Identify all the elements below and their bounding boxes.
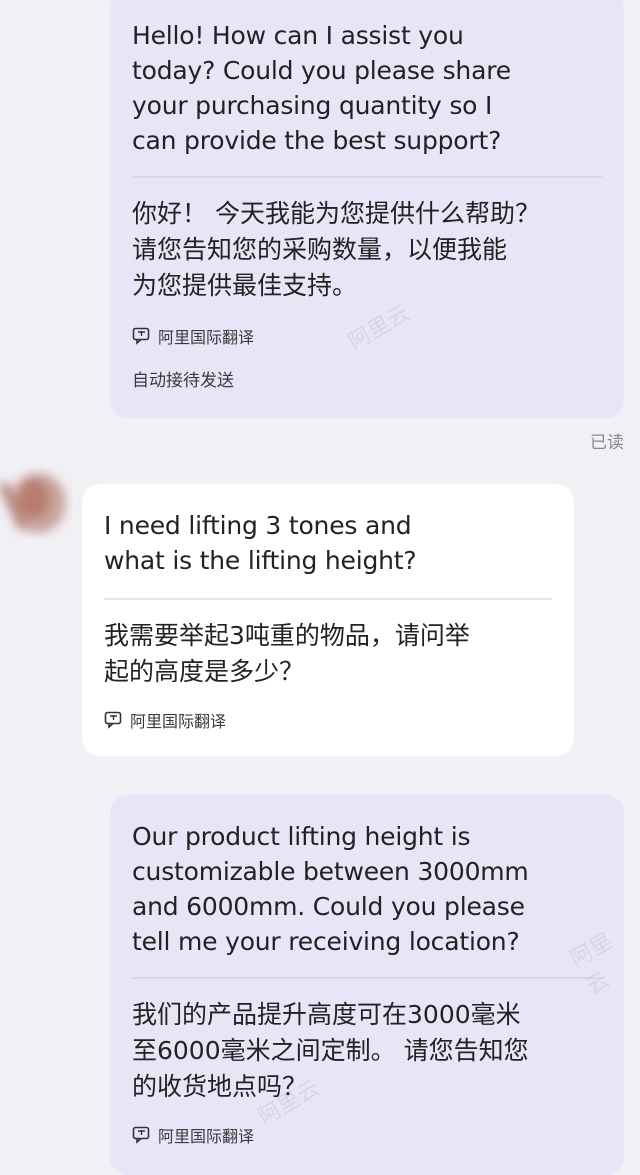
translate-icon: [104, 711, 122, 729]
translate-icon: [132, 327, 150, 345]
avatar[interactable]: [0, 455, 80, 545]
translator-label: 阿里国际翻译: [132, 1123, 602, 1147]
message-english-text: I need lifting 3 tones and what is the l…: [104, 511, 417, 575]
message-chinese-translation: 我需要举起3吨重的物品，请问举 起的高度是多少？: [104, 621, 470, 686]
avatar-image: [0, 473, 66, 533]
message-chinese-translation: 你好！ 今天我能为您提供什么帮助？ 请您告知您的采购数量，以便我能 为您提供最佳…: [132, 199, 540, 300]
chat-thread[interactable]: Hello! How can I assist you today? Could…: [0, 0, 640, 1175]
translation-divider: [132, 977, 602, 979]
message-english-text: Our product lifting height is customizab…: [132, 822, 529, 956]
incoming-message-bubble[interactable]: I need lifting 3 tones and what is the l…: [82, 484, 574, 756]
translator-label: 阿里国际翻译: [104, 708, 552, 732]
translator-label: 阿里国际翻译: [132, 324, 602, 348]
translator-name: 阿里国际翻译: [158, 1127, 255, 1146]
translator-name: 阿里国际翻译: [158, 328, 255, 347]
translation-divider: [104, 598, 552, 600]
translator-name: 阿里国际翻译: [130, 712, 227, 731]
translate-icon: [132, 1126, 150, 1144]
read-status: 已读: [590, 433, 624, 453]
message-english-text: Hello! How can I assist you today? Could…: [132, 21, 511, 155]
translation-divider: [132, 176, 602, 178]
outgoing-message-bubble[interactable]: Hello! How can I assist you today? Could…: [110, 0, 624, 418]
outgoing-message-bubble[interactable]: Our product lifting height is customizab…: [110, 795, 624, 1175]
auto-send-label: 自动接待发送: [132, 371, 234, 391]
message-chinese-translation: 我们的产品提升高度可在3000毫米 至6000毫米之间定制。 请您告知您 的收货…: [132, 1000, 529, 1101]
